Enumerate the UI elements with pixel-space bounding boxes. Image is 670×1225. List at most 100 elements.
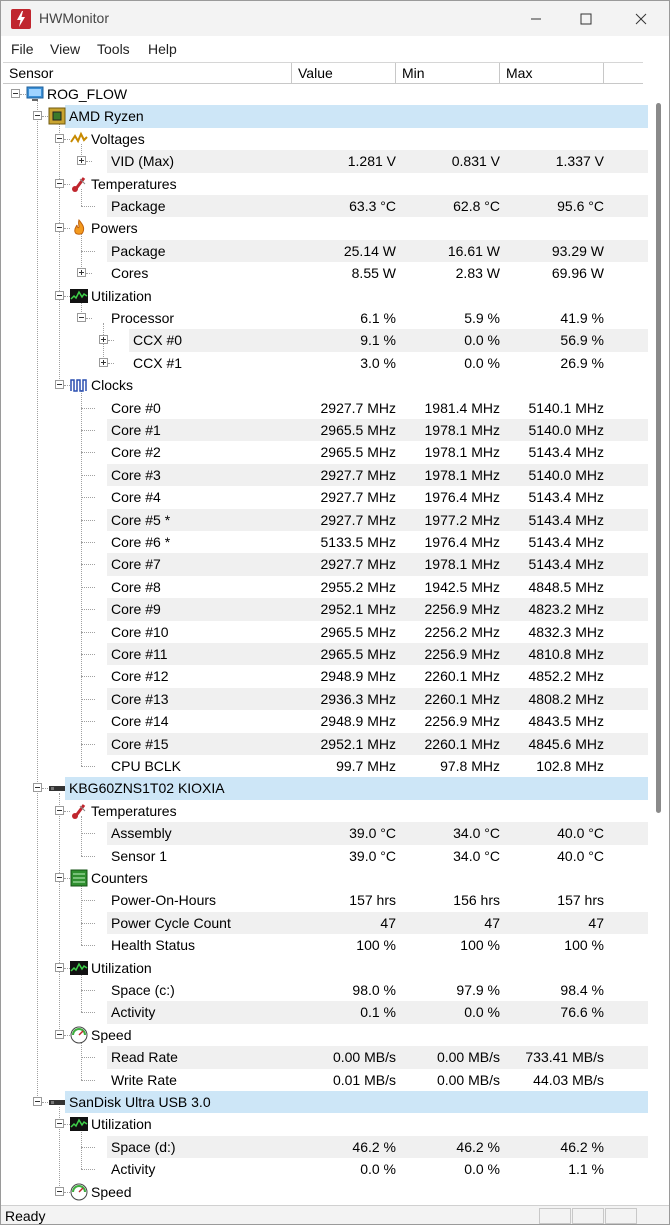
column-max[interactable]: Max bbox=[500, 63, 604, 83]
min-cell: 5.9 % bbox=[464, 310, 500, 326]
sensor-row[interactable]: Core #13 2936.3 MHz 2260.1 MHz 4808.2 MHz bbox=[3, 687, 648, 711]
collapse-button[interactable] bbox=[55, 1119, 64, 1129]
sensor-row[interactable]: Core #6 * 5133.5 MHz 1976.4 MHz 5143.4 MHz bbox=[3, 531, 648, 553]
menu-tools[interactable]: Tools bbox=[97, 41, 130, 57]
sensor-row[interactable]: Core #8 2955.2 MHz 1942.5 MHz 4848.5 MHz bbox=[3, 576, 648, 598]
sensor-label: Core #0 bbox=[111, 399, 161, 416]
column-min[interactable]: Min bbox=[396, 63, 500, 83]
group-row[interactable]: Utilization bbox=[3, 1113, 648, 1135]
value-cell: 2948.9 MHz bbox=[320, 668, 396, 685]
sensor-row[interactable]: Space (d:) 46.2 % 46.2 % 46.2 % bbox=[3, 1135, 648, 1159]
collapse-button[interactable] bbox=[55, 223, 64, 233]
device-row[interactable]: SanDisk Ultra USB 3.0 bbox=[3, 1091, 648, 1114]
sensor-row[interactable]: Core #15 2952.1 MHz 2260.1 MHz 4845.6 MHz bbox=[3, 732, 648, 755]
sensor-label: Power Cycle Count bbox=[111, 914, 231, 931]
group-row[interactable]: Powers bbox=[3, 217, 648, 239]
min-cell: 2260.1 MHz bbox=[424, 690, 500, 707]
sensor-row[interactable]: Package 25.14 W 16.61 W 93.29 W bbox=[3, 239, 648, 263]
sensor-row[interactable]: Power Cycle Count 47 47 47 bbox=[3, 911, 648, 935]
sensor-row[interactable]: Core #5 * 2927.7 MHz 1977.2 MHz 5143.4 MHz bbox=[3, 508, 648, 531]
sensor-row[interactable]: Core #1 2965.5 MHz 1978.1 MHz 5140.0 MHz bbox=[3, 419, 648, 442]
expand-button[interactable] bbox=[77, 268, 86, 278]
sensor-row[interactable]: Cores 8.55 W 2.83 W 69.96 W bbox=[3, 262, 648, 284]
group-row[interactable]: Counters bbox=[3, 867, 648, 889]
sensor-row[interactable]: Package 63.3 °C 62.8 °C 95.6 °C bbox=[3, 195, 648, 218]
column-sensor[interactable]: Sensor bbox=[3, 63, 292, 83]
close-button[interactable] bbox=[616, 1, 666, 36]
tree-connector bbox=[81, 609, 95, 611]
column-value[interactable]: Value bbox=[292, 63, 396, 83]
menu-view[interactable]: View bbox=[50, 41, 80, 57]
group-row[interactable]: Clocks bbox=[3, 374, 648, 396]
device-row[interactable]: ROG_FLOW bbox=[3, 83, 648, 105]
sensor-row[interactable]: Space (c:) 98.0 % 97.9 % 98.4 % bbox=[3, 979, 648, 1001]
expand-button[interactable] bbox=[99, 335, 108, 345]
sensor-row[interactable]: Core #7 2927.7 MHz 1978.1 MHz 5143.4 MHz bbox=[3, 553, 648, 576]
sensor-row[interactable]: Core #4 2927.7 MHz 1976.4 MHz 5143.4 MHz bbox=[3, 486, 648, 508]
group-row[interactable]: Speed bbox=[3, 1181, 648, 1203]
menu-help[interactable]: Help bbox=[148, 41, 177, 57]
sensor-row[interactable]: Core #11 2965.5 MHz 2256.9 MHz 4810.8 MHz bbox=[3, 643, 648, 666]
sensor-row[interactable]: Activity 0.0 % 0.0 % 1.1 % bbox=[3, 1158, 648, 1180]
max-cell: 4848.5 MHz bbox=[528, 578, 604, 595]
sensor-row[interactable]: Write Rate 0.01 MB/s 0.00 MB/s 44.03 MB/s bbox=[3, 1069, 648, 1091]
sensor-row[interactable]: Activity 0.1 % 0.0 % 76.6 % bbox=[3, 1001, 648, 1024]
menu-file[interactable]: File bbox=[11, 41, 34, 57]
group-row[interactable]: Voltages bbox=[3, 128, 648, 150]
collapse-button[interactable] bbox=[33, 783, 42, 793]
vertical-scrollbar[interactable] bbox=[651, 83, 667, 1205]
tree-connector bbox=[81, 586, 95, 588]
device-row[interactable]: KBG60ZNS1T02 KIOXIA bbox=[3, 777, 648, 800]
sensor-row[interactable]: Core #9 2952.1 MHz 2256.9 MHz 4823.2 MHz bbox=[3, 598, 648, 621]
value-cell: 2927.7 MHz bbox=[320, 556, 396, 573]
sensor-row[interactable]: Read Rate 0.00 MB/s 0.00 MB/s 733.41 MB/s bbox=[3, 1046, 648, 1069]
collapse-button[interactable] bbox=[11, 89, 20, 98]
tree-connector bbox=[81, 990, 95, 991]
collapse-button[interactable] bbox=[55, 1186, 64, 1196]
collapse-button[interactable] bbox=[33, 1097, 42, 1106]
collapse-button[interactable] bbox=[55, 178, 64, 188]
device-row[interactable]: AMD Ryzen bbox=[3, 105, 648, 128]
collapse-button[interactable] bbox=[55, 1029, 64, 1039]
group-row[interactable]: Speed bbox=[3, 1024, 648, 1046]
sensor-row[interactable]: CPU BCLK 99.7 MHz 97.8 MHz 102.8 MHz bbox=[3, 755, 648, 777]
sensor-row[interactable]: Core #3 2927.7 MHz 1978.1 MHz 5140.0 MHz bbox=[3, 463, 648, 487]
collapse-button[interactable] bbox=[55, 290, 64, 300]
sensor-row[interactable]: Core #2 2965.5 MHz 1978.1 MHz 5143.4 MHz bbox=[3, 441, 648, 463]
group-row[interactable]: Temperatures bbox=[3, 800, 648, 822]
sensor-row[interactable]: Power-On-Hours 157 hrs 156 hrs 157 hrs bbox=[3, 889, 648, 911]
collapse-button[interactable] bbox=[77, 313, 86, 322]
sensor-row[interactable]: Processor 6.1 % 5.9 % 41.9 % bbox=[3, 307, 648, 329]
group-row[interactable]: Utilization bbox=[3, 285, 648, 307]
max-cell: 4810.8 MHz bbox=[528, 646, 604, 662]
minimize-button[interactable] bbox=[511, 1, 561, 36]
sensor-row[interactable]: Assembly 39.0 °C 34.0 °C 40.0 °C bbox=[3, 822, 648, 845]
min-cell: 1978.1 MHz bbox=[424, 556, 500, 573]
sensor-tree[interactable]: ROG_FLOW AMD Ryzen Voltages VID (Max) 1.281 … bbox=[3, 83, 651, 1205]
expand-button[interactable] bbox=[99, 357, 108, 367]
group-row[interactable]: Temperatures bbox=[3, 173, 648, 195]
sensor-row[interactable]: Core #10 2965.5 MHz 2256.2 MHz 4832.3 MHz bbox=[3, 621, 648, 643]
min-cell: 1978.1 MHz bbox=[424, 444, 500, 461]
scrollbar-thumb[interactable] bbox=[656, 103, 661, 813]
sensor-row[interactable]: Core #0 2927.7 MHz 1981.4 MHz 5140.1 MHz bbox=[3, 397, 648, 419]
sensor-row[interactable]: Core #12 2948.9 MHz 2260.1 MHz 4852.2 MHz bbox=[3, 665, 648, 687]
maximize-button[interactable] bbox=[561, 1, 611, 36]
expand-button[interactable] bbox=[77, 156, 86, 166]
group-row[interactable]: Utilization bbox=[3, 957, 648, 979]
sensor-row[interactable]: Health Status 100 % 100 % 100 % bbox=[3, 934, 648, 956]
sensor-row[interactable]: CCX #1 3.0 % 0.0 % 26.9 % bbox=[3, 352, 648, 374]
sensor-label: Read Rate bbox=[111, 1049, 178, 1066]
sensor-row[interactable]: CCX #0 9.1 % 0.0 % 56.9 % bbox=[3, 329, 648, 352]
value-cell: 6.1 % bbox=[360, 310, 396, 326]
sensor-row[interactable]: Sensor 1 39.0 °C 34.0 °C 40.0 °C bbox=[3, 845, 648, 867]
collapse-button[interactable] bbox=[55, 805, 64, 815]
max-cell: 56.9 % bbox=[560, 332, 604, 349]
sensor-row[interactable]: Core #14 2948.9 MHz 2256.9 MHz 4843.5 MHz bbox=[3, 710, 648, 732]
collapse-button[interactable] bbox=[55, 873, 64, 882]
collapse-button[interactable] bbox=[33, 111, 42, 121]
collapse-button[interactable] bbox=[55, 962, 64, 972]
collapse-button[interactable] bbox=[55, 133, 64, 143]
collapse-button[interactable] bbox=[55, 380, 64, 390]
sensor-row[interactable]: VID (Max) 1.281 V 0.831 V 1.337 V bbox=[3, 150, 648, 173]
